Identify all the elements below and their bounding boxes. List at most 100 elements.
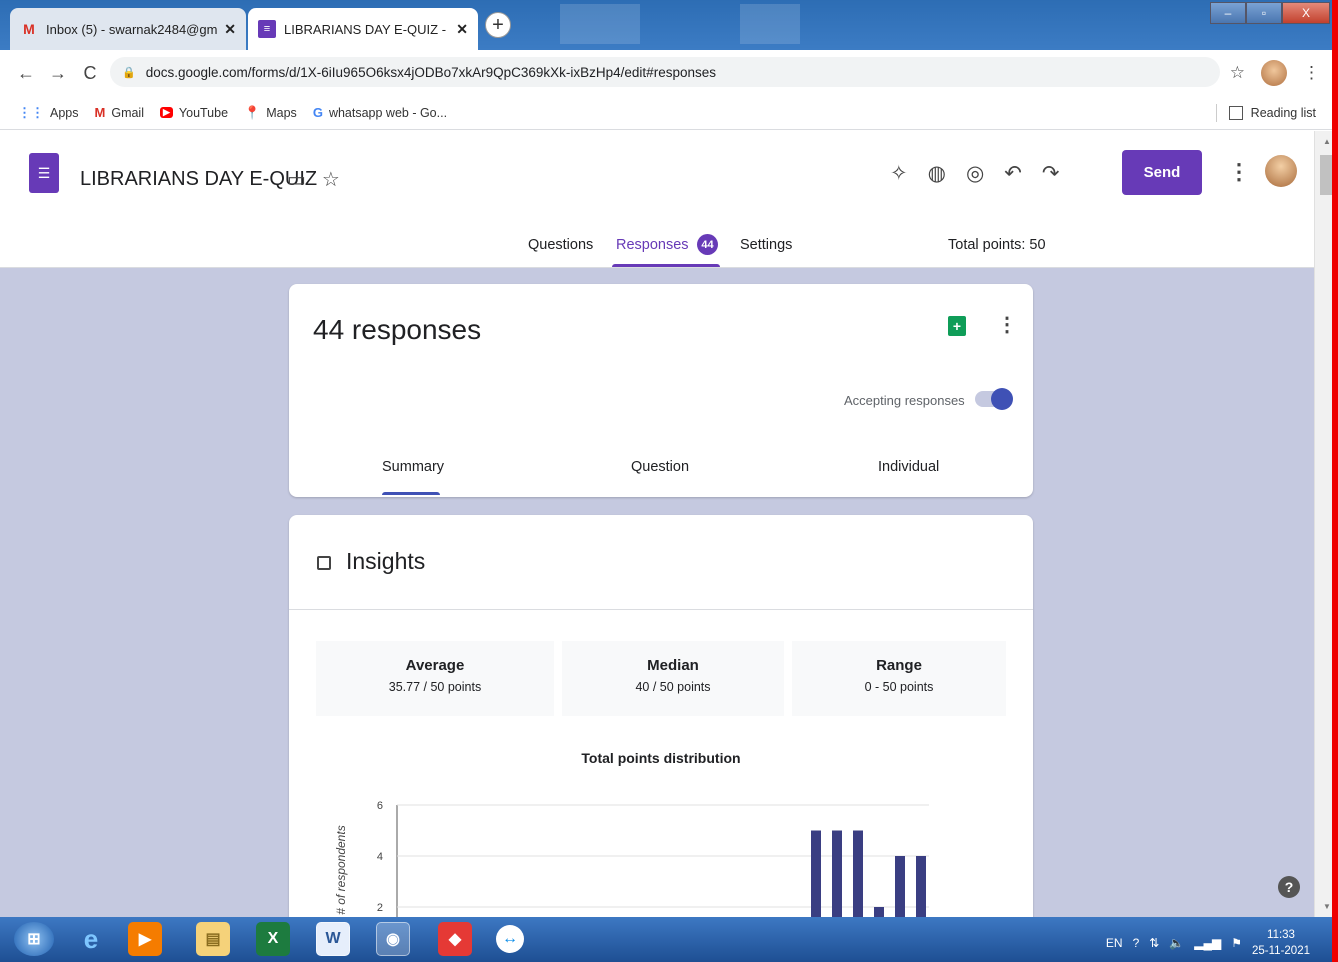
- back-arrow-icon[interactable]: ←: [10, 63, 42, 84]
- folder-icon[interactable]: ▭: [287, 167, 306, 192]
- url-field[interactable]: 🔒 docs.google.com/forms/d/1X-6iIu965O6ks…: [110, 57, 1220, 87]
- new-tab-button[interactable]: +: [485, 12, 511, 38]
- browser-tab-gmail[interactable]: M Inbox (5) - swarnak2484@gmail.c ✕: [10, 8, 246, 50]
- internet-explorer-icon[interactable]: e: [74, 922, 108, 956]
- forward-arrow-icon[interactable]: →: [42, 63, 74, 84]
- network-icon[interactable]: ⇅: [1149, 936, 1159, 950]
- bookmark-gmail[interactable]: M Gmail: [95, 105, 145, 120]
- reload-icon[interactable]: C: [74, 63, 106, 84]
- addons-puzzle-icon[interactable]: ✧: [890, 161, 908, 186]
- scroll-down-icon[interactable]: ▼: [1323, 902, 1331, 911]
- active-tab-indicator: [612, 264, 720, 267]
- google-forms-logo-icon[interactable]: ☰: [29, 153, 59, 193]
- bookmark-whatsapp[interactable]: G whatsapp web - Go...: [313, 105, 447, 120]
- clock-date: 25-11-2021: [1252, 945, 1310, 957]
- desktop-background: [560, 4, 640, 44]
- google-icon: G: [312, 105, 323, 120]
- browser-tab-forms[interactable]: ≡ LIBRARIANS DAY E-QUIZ - Googl ✕: [248, 8, 478, 50]
- forms-icon: ≡: [258, 20, 276, 38]
- stat-range: Range 0 - 50 points: [792, 641, 1006, 716]
- clock[interactable]: 11:33 25-11-2021: [1252, 927, 1310, 959]
- stat-value: 35.77 / 50 points: [388, 680, 482, 694]
- scroll-up-icon[interactable]: ▲: [1323, 137, 1331, 146]
- undo-icon[interactable]: ↶: [1004, 161, 1022, 186]
- bookmark-youtube[interactable]: ▶ YouTube: [160, 106, 228, 120]
- send-button[interactable]: Send: [1122, 150, 1202, 195]
- signal-icon[interactable]: ▂▄▆: [1194, 936, 1221, 950]
- stat-median: Median 40 / 50 points: [562, 641, 784, 716]
- close-window-button[interactable]: X: [1282, 2, 1330, 24]
- clock-time: 11:33: [1267, 929, 1295, 941]
- accepting-responses-toggle[interactable]: [975, 388, 1013, 410]
- form-header: ☰ LIBRARIANS DAY E-QUIZ ▭ ☆ ✧ ◍ ◎ ↶ ↷ Se…: [0, 131, 1314, 268]
- tab-settings[interactable]: Settings: [740, 237, 792, 253]
- insights-title: Insights: [346, 548, 426, 574]
- language-indicator[interactable]: EN: [1106, 936, 1123, 950]
- close-tab-icon[interactable]: ✕: [456, 21, 468, 38]
- subtab-question[interactable]: Question: [631, 459, 689, 475]
- star-icon[interactable]: ☆: [322, 167, 340, 192]
- system-tray: EN ? ⇅ 🔈 ▂▄▆ ⚑ 11:33 25-11-2021: [1106, 927, 1310, 959]
- tab-responses[interactable]: Responses: [616, 237, 689, 253]
- bookmarks-bar: ⋮⋮ Apps M Gmail ▶ YouTube 📍 Maps G whats…: [0, 96, 1338, 130]
- bookmark-star-icon[interactable]: ☆: [1230, 63, 1245, 83]
- bar: [895, 856, 905, 917]
- file-explorer-icon[interactable]: ▤: [196, 922, 230, 956]
- tab-title: Inbox (5) - swarnak2484@gmail.c: [46, 21, 218, 37]
- volume-icon[interactable]: 🔈: [1169, 936, 1184, 950]
- tab-title: LIBRARIANS DAY E-QUIZ - Googl: [284, 21, 450, 37]
- minimize-button[interactable]: –: [1210, 2, 1246, 24]
- desktop-background: [740, 4, 800, 44]
- bar: [811, 830, 821, 917]
- google-sheets-icon[interactable]: +: [948, 316, 966, 336]
- excel-icon[interactable]: X: [256, 922, 290, 956]
- account-avatar[interactable]: [1265, 155, 1297, 187]
- active-subtab-indicator: [382, 492, 440, 495]
- maximize-button[interactable]: ▫: [1246, 2, 1282, 24]
- bookmark-label: Gmail: [111, 105, 144, 120]
- start-button[interactable]: ⊞: [14, 922, 54, 956]
- apps-grid-icon: ⋮⋮: [18, 104, 44, 120]
- responses-more-icon[interactable]: ⋮: [997, 312, 1017, 337]
- stat-label: Range: [876, 657, 922, 674]
- divider: [289, 609, 1033, 610]
- form-toolbar: ✧ ◍ ◎ ↶ ↷: [890, 161, 1059, 186]
- form-title[interactable]: LIBRARIANS DAY E-QUIZ: [80, 168, 317, 191]
- stat-label: Average: [405, 657, 465, 674]
- stat-label: Median: [647, 657, 699, 674]
- media-player-icon[interactable]: ▶: [128, 922, 162, 956]
- bar: [874, 907, 884, 917]
- help-icon[interactable]: ?: [1278, 876, 1300, 898]
- word-icon[interactable]: W: [316, 922, 350, 956]
- stat-average: Average 35.77 / 50 points: [316, 641, 554, 716]
- help-tray-icon[interactable]: ?: [1133, 936, 1140, 950]
- total-points: Total points: 50: [948, 237, 1046, 253]
- palette-icon[interactable]: ◍: [928, 161, 946, 186]
- bookmark-maps[interactable]: 📍 Maps: [244, 105, 297, 121]
- more-options-icon[interactable]: ⋮: [1228, 159, 1250, 185]
- reading-list-button[interactable]: Reading list: [1215, 104, 1316, 122]
- bookmark-apps[interactable]: ⋮⋮ Apps: [18, 105, 79, 121]
- title-actions: ▭ ☆: [287, 167, 340, 192]
- close-tab-icon[interactable]: ✕: [224, 21, 236, 38]
- action-center-icon[interactable]: ⚑: [1231, 936, 1242, 950]
- subtab-individual[interactable]: Individual: [878, 459, 939, 475]
- anydesk-icon[interactable]: ◆: [438, 922, 472, 956]
- address-bar-row: ← → C 🔒 docs.google.com/forms/d/1X-6iIu9…: [0, 50, 1338, 96]
- responses-summary-card: 44 responses + ⋮ Accepting responses Sum…: [289, 284, 1033, 497]
- y-tick-label: 2: [377, 902, 383, 914]
- chrome-icon[interactable]: ◉: [376, 922, 410, 956]
- preview-eye-icon[interactable]: ◎: [966, 161, 984, 186]
- screen-edge-marker: [1332, 0, 1338, 962]
- y-tick-label: 6: [377, 800, 383, 812]
- tab-questions[interactable]: Questions: [528, 237, 593, 253]
- youtube-icon: ▶: [160, 107, 173, 118]
- browser-menu-icon[interactable]: ⋮: [1303, 63, 1320, 83]
- teamviewer-icon[interactable]: ↔: [496, 925, 524, 953]
- stat-value: 0 - 50 points: [864, 680, 934, 694]
- redo-icon[interactable]: ↷: [1042, 161, 1060, 186]
- subtab-summary[interactable]: Summary: [382, 459, 444, 475]
- responses-count: 44 responses: [313, 314, 482, 345]
- profile-avatar[interactable]: [1261, 60, 1287, 86]
- insights-chart-icon: [317, 556, 331, 570]
